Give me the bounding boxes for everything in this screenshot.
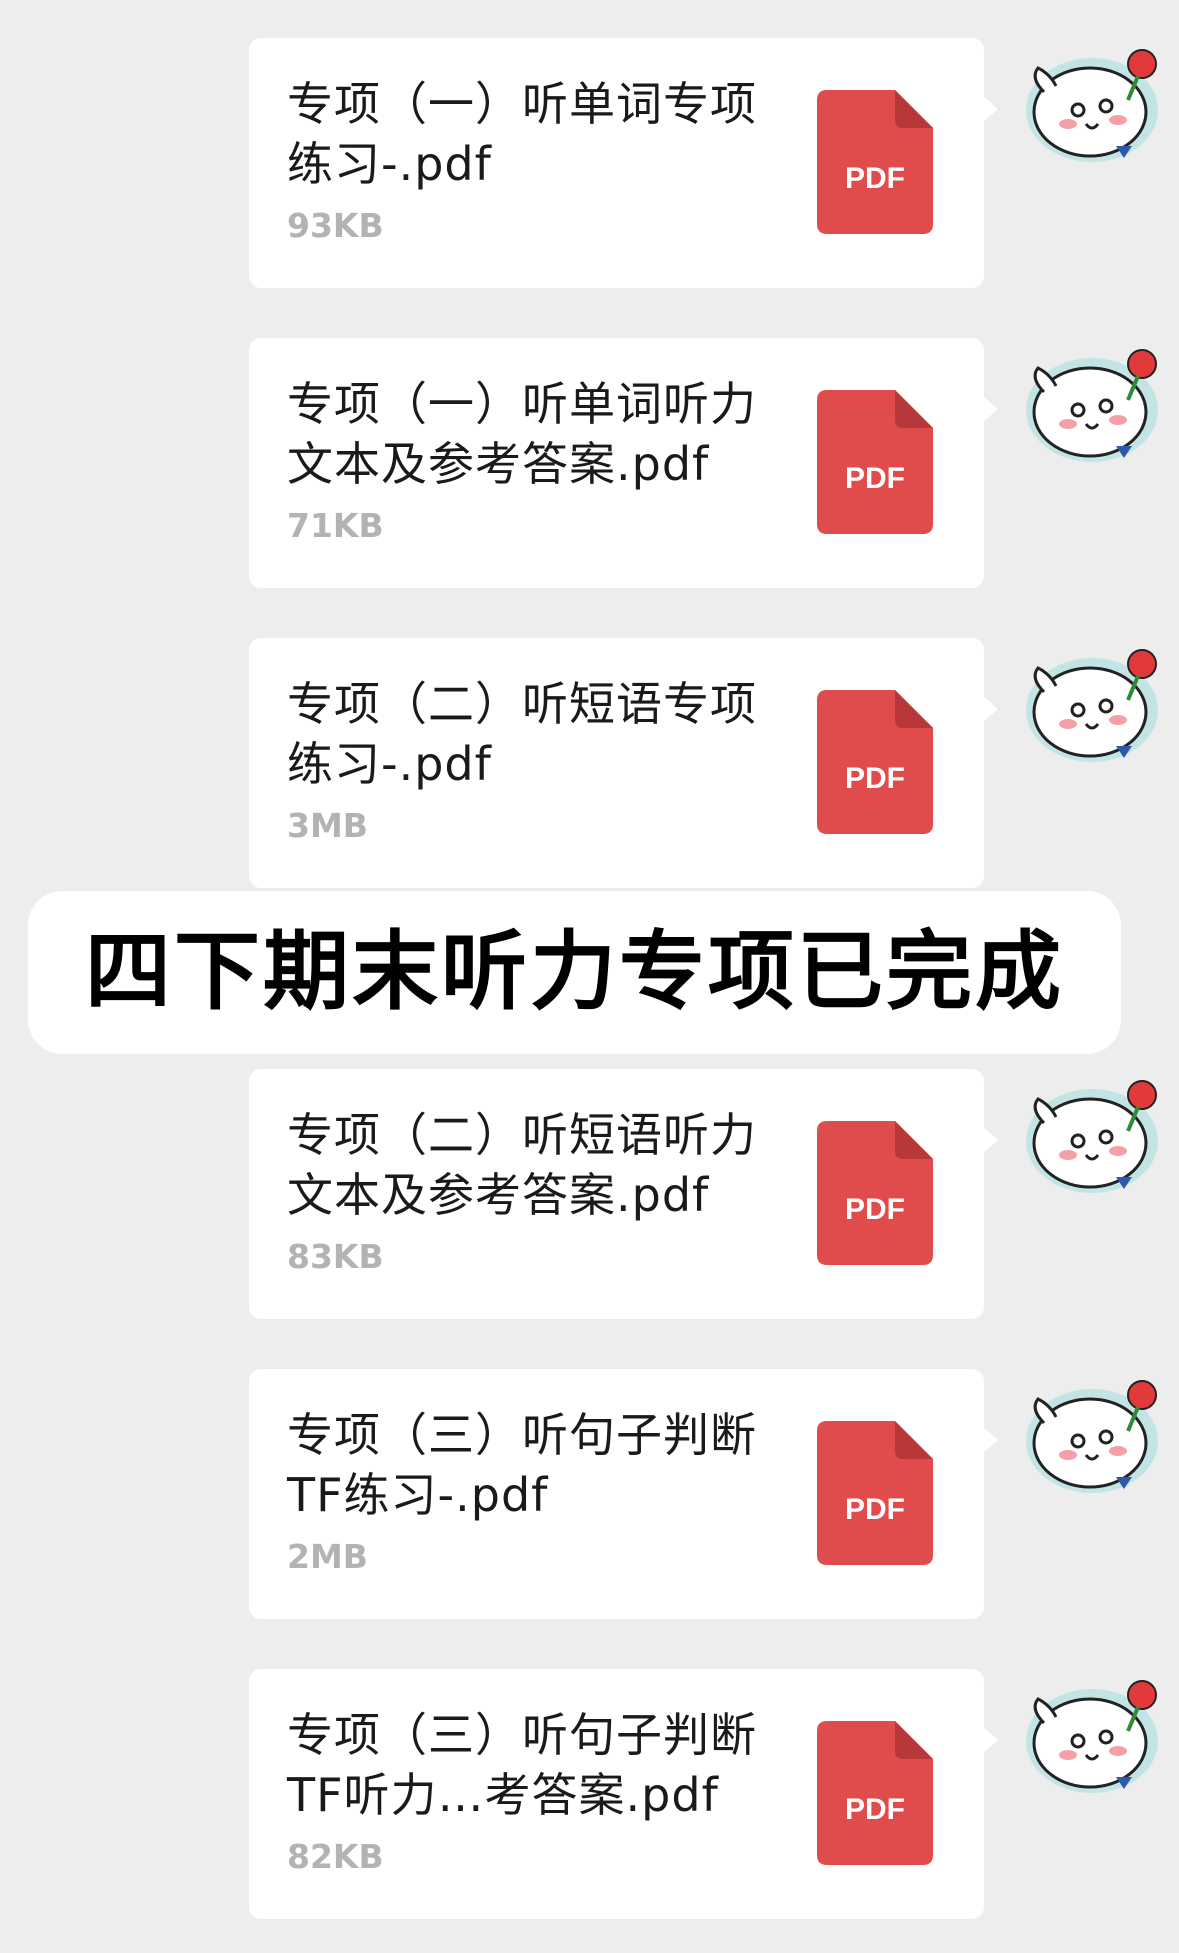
file-message-bubble[interactable]: 专项（二）听短语专项 练习-.pdf 3MB PDF bbox=[249, 638, 998, 888]
pdf-label: PDF bbox=[845, 762, 905, 795]
sticker-avatar-icon[interactable] bbox=[1000, 1059, 1179, 1209]
file-message-bubble[interactable]: 专项（三）听句子判断 TF听力…考答案.pdf 82KB PDF bbox=[249, 1669, 998, 1919]
pdf-file-icon: PDF bbox=[817, 90, 933, 234]
file-size: 93KB bbox=[287, 206, 384, 245]
file-message-bubble[interactable]: 专项（一）听单词专项 练习-.pdf 93KB PDF bbox=[249, 38, 998, 288]
pdf-file-icon: PDF bbox=[817, 1421, 933, 1565]
pdf-file-icon: PDF bbox=[817, 390, 933, 534]
pdf-label: PDF bbox=[845, 462, 905, 495]
pdf-label: PDF bbox=[845, 162, 905, 195]
pdf-file-icon: PDF bbox=[817, 690, 933, 834]
file-size: 71KB bbox=[287, 506, 384, 545]
file-message-bubble[interactable]: 专项（三）听句子判断 TF练习-.pdf 2MB PDF bbox=[249, 1369, 998, 1619]
file-name: 专项（二）听短语听力 文本及参考答案.pdf bbox=[287, 1108, 757, 1222]
file-size: 82KB bbox=[287, 1837, 384, 1876]
file-name: 专项（一）听单词听力 文本及参考答案.pdf bbox=[287, 377, 757, 491]
file-name: 专项（三）听句子判断 TF听力…考答案.pdf bbox=[287, 1708, 757, 1822]
file-name: 专项（一）听单词专项 练习-.pdf bbox=[287, 77, 757, 191]
sticker-avatar-icon[interactable] bbox=[1000, 1359, 1179, 1509]
sticker-avatar-icon[interactable] bbox=[1000, 328, 1179, 478]
banner-text: 四下期末听力专项已完成 bbox=[85, 922, 1064, 1022]
message-row: 专项（一）听单词专项 练习-.pdf 93KB PDF bbox=[0, 38, 1179, 288]
file-size: 3MB bbox=[287, 806, 368, 845]
message-row: 专项（二）听短语听力 文本及参考答案.pdf 83KB PDF bbox=[0, 1069, 1179, 1319]
pdf-label: PDF bbox=[845, 1793, 905, 1826]
pdf-file-icon: PDF bbox=[817, 1721, 933, 1865]
file-size: 2MB bbox=[287, 1537, 368, 1576]
message-row: 专项（二）听短语专项 练习-.pdf 3MB PDF bbox=[0, 638, 1179, 888]
message-row: 专项（三）听句子判断 TF听力…考答案.pdf 82KB PDF bbox=[0, 1669, 1179, 1919]
file-message-bubble[interactable]: 专项（一）听单词听力 文本及参考答案.pdf 71KB PDF bbox=[249, 338, 998, 588]
pdf-label: PDF bbox=[845, 1493, 905, 1526]
file-name: 专项（二）听短语专项 练习-.pdf bbox=[287, 677, 757, 791]
message-row: 专项（三）听句子判断 TF练习-.pdf 2MB PDF bbox=[0, 1369, 1179, 1619]
file-message-bubble[interactable]: 专项（二）听短语听力 文本及参考答案.pdf 83KB PDF bbox=[249, 1069, 998, 1319]
file-name: 专项（三）听句子判断 TF练习-.pdf bbox=[287, 1408, 757, 1522]
message-row: 专项（一）听单词听力 文本及参考答案.pdf 71KB PDF bbox=[0, 338, 1179, 588]
title-banner: 四下期末听力专项已完成 bbox=[28, 891, 1121, 1054]
sticker-avatar-icon[interactable] bbox=[1000, 1659, 1179, 1809]
pdf-label: PDF bbox=[845, 1193, 905, 1226]
sticker-avatar-icon[interactable] bbox=[1000, 28, 1179, 178]
pdf-file-icon: PDF bbox=[817, 1121, 933, 1265]
sticker-avatar-icon[interactable] bbox=[1000, 628, 1179, 778]
file-size: 83KB bbox=[287, 1237, 384, 1276]
